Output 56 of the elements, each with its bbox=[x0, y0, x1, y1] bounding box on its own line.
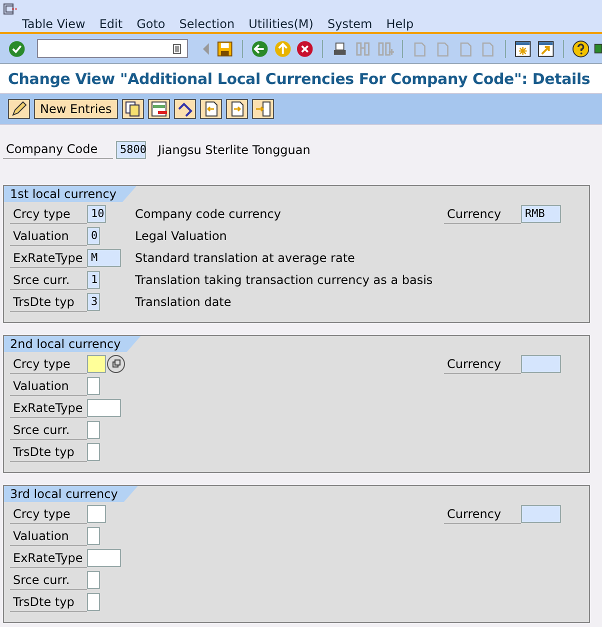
input-field[interactable] bbox=[87, 505, 106, 523]
screen-title: Change View "Additional Local Currencies For Company Code": Details bbox=[8, 70, 590, 88]
input-field[interactable] bbox=[87, 571, 100, 589]
input-field[interactable] bbox=[87, 593, 100, 611]
menu-item[interactable]: Help bbox=[386, 16, 414, 30]
company-name: Jiangsu Sterlite Tongguan bbox=[158, 142, 310, 156]
group-title: 2nd local currency bbox=[4, 336, 141, 352]
field-description: Translation taking transaction currency as a basis bbox=[135, 273, 433, 287]
back-icon[interactable] bbox=[250, 40, 269, 58]
save-icon[interactable] bbox=[216, 40, 234, 58]
field-description: Translation date bbox=[135, 295, 232, 309]
input-field[interactable]: 0 bbox=[87, 227, 100, 245]
transfer-icon[interactable] bbox=[252, 99, 274, 119]
menu-item[interactable]: Table View bbox=[22, 16, 86, 30]
command-field[interactable] bbox=[36, 39, 188, 58]
checkmark-icon[interactable] bbox=[8, 40, 26, 58]
shortcut-icon[interactable] bbox=[536, 40, 555, 58]
field-description: Company code currency bbox=[135, 207, 281, 221]
input-field[interactable] bbox=[87, 549, 121, 567]
edit-icon[interactable] bbox=[8, 99, 30, 119]
value-help-icon[interactable] bbox=[107, 355, 125, 373]
field-description: Legal Valuation bbox=[135, 229, 227, 243]
menu-item[interactable]: System bbox=[327, 16, 372, 30]
next-page-icon[interactable] bbox=[226, 99, 248, 119]
field-label: Company Code bbox=[3, 140, 113, 159]
input-field[interactable] bbox=[87, 421, 100, 439]
input-field[interactable] bbox=[87, 527, 100, 545]
currency-field[interactable] bbox=[521, 355, 561, 373]
group-title: 3rd local currency bbox=[4, 486, 138, 502]
input-field[interactable] bbox=[87, 377, 100, 395]
menu-item[interactable]: Goto bbox=[136, 16, 166, 30]
cancel-icon[interactable] bbox=[296, 40, 314, 58]
input-field[interactable] bbox=[87, 355, 106, 373]
help-icon[interactable] bbox=[572, 40, 590, 58]
field-description: Standard translation at average rate bbox=[135, 251, 355, 265]
menu-item[interactable]: Edit bbox=[99, 16, 123, 30]
delete-icon[interactable] bbox=[148, 99, 170, 119]
print-icon[interactable] bbox=[331, 40, 349, 58]
currency-field[interactable]: RMB bbox=[521, 205, 561, 223]
group-title: 1st local currency bbox=[4, 186, 136, 202]
currency-field[interactable] bbox=[521, 505, 561, 523]
company-code-field[interactable]: 5800 bbox=[116, 140, 146, 158]
window-menu-icon[interactable] bbox=[3, 3, 19, 15]
input-field[interactable] bbox=[87, 443, 100, 461]
menu-item[interactable]: Utilities(M) bbox=[248, 16, 314, 30]
copy-icon[interactable] bbox=[122, 99, 144, 119]
menu-item[interactable]: Selection bbox=[179, 16, 235, 30]
input-field[interactable]: M bbox=[87, 249, 121, 267]
previous-page-icon[interactable] bbox=[200, 99, 222, 119]
input-field[interactable]: 10 bbox=[87, 205, 106, 223]
new-window-icon[interactable] bbox=[514, 40, 532, 58]
input-field[interactable] bbox=[87, 399, 121, 417]
input-field[interactable]: 3 bbox=[87, 293, 100, 311]
input-field[interactable]: 1 bbox=[87, 271, 100, 289]
history-icon[interactable] bbox=[173, 44, 182, 54]
new-entries-button[interactable]: New Entries bbox=[34, 99, 118, 119]
